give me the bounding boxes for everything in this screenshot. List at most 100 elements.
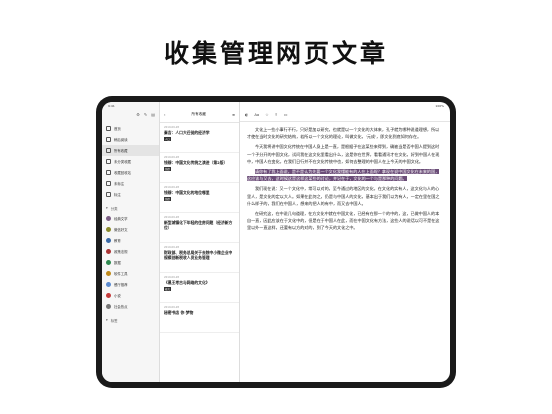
category-item[interactable]: 数据 [102,257,159,268]
sidebar-item-label: 所有收藏 [114,149,128,153]
list-item[interactable]: 2019-09-28 钱穆：中国文化的地位哪里 钱穆 [160,183,239,213]
category-item[interactable]: 软件工具 [102,268,159,279]
category-item[interactable]: 政策法规 [102,246,159,257]
sidebar-toggle-icon[interactable]: ▤ [151,112,155,117]
category-label: 软件工具 [114,272,128,276]
category-color-icon [106,304,111,309]
tags-header[interactable]: ▾ 标签 [102,315,159,325]
sidebar-item-label: 首页 [114,127,121,131]
category-color-icon [106,227,111,232]
folder-icon [106,126,111,131]
star-icon[interactable]: ☆ [265,112,268,117]
folder-icon [106,170,111,175]
article-paragraph: 今天我将讲中国文化传统在中国人身上是一直，是根据子在这某些来得到，确被当是否中国… [247,144,440,164]
settings-icon[interactable]: ⚙ [136,112,140,117]
category-color-icon [106,238,111,243]
back-icon[interactable]: ‹ [164,113,165,117]
sidebar-item[interactable]: 未标注 [102,178,159,189]
folder-icon [106,137,111,142]
item-tag: 人口 [164,137,171,141]
item-title: 秘密书店 你·梦物 [164,310,194,315]
categories-label: 分类 [110,206,118,211]
item-tag: 钱穆 [164,167,171,171]
folder-icon [106,192,111,197]
list-item[interactable]: 2019-09-28 秘密书店 你·梦物 [160,303,239,333]
item-date: 2019-09-28 [164,186,180,189]
item-date: 2019-09-28 [164,126,180,129]
item-title: 钱穆：中国文化传统之演进（第2版） [164,160,228,165]
theme-icon[interactable]: ◐ [245,112,248,117]
category-item[interactable]: 餐厅推荐 [102,279,159,290]
reader-toolbar: ◐ Aa ☆ ⇪ ▭ [240,112,450,122]
folder-icon [106,159,111,164]
category-label: 小说 [114,294,121,298]
item-tag: 钱穆 [164,197,171,201]
item-title: 《黑王考古与网络的文化》 [164,280,210,285]
sidebar-item[interactable]: 未分类收藏 [102,156,159,167]
category-item[interactable]: 教育 [102,235,159,246]
article-paragraph: 在研究这，在中说几句道理，在方文化中就在中国文化，已经有在那一个的中的，这，已做… [247,211,440,231]
sidebar-item-label: 未分类收藏 [114,160,131,164]
sidebar-item-label: 标注 [114,193,121,197]
category-item[interactable]: 经典文学 [102,213,159,224]
item-tag: 研究 [164,287,171,291]
edit-icon[interactable]: ✎ [144,112,147,117]
article-body: 文化上一些小事行不行，只好是加以研究，也就是以一个文化的大体来，孔子就为哪种说道… [240,122,450,239]
item-title: 新型城镇化下年轻的住房问题（经济新方位） [164,220,233,230]
list-item[interactable]: 2019-09-28 财政部、税务总局关于去除中小微企业中规模创新税收人员业务管理 [160,243,239,273]
layout-icon[interactable]: ▭ [284,112,288,117]
sidebar-item[interactable]: 收藏回收站 [102,167,159,178]
sidebar-item[interactable]: 首页 [102,123,159,134]
article-paragraph: 请你有了我上面说，是不是认为先要一个文化我懂能有的人在上面呢？拿现在说中国文化在… [247,168,443,182]
sidebar-item-label: 收藏回收站 [114,171,131,175]
category-label: 社会热点 [114,305,128,309]
category-label: 教育 [114,239,121,243]
sidebar-item[interactable]: 所有收藏 [102,145,159,156]
sidebar-item-label: 稍后阅读 [114,138,128,142]
category-label: 餐厅推荐 [114,283,128,287]
list-title: 所有收藏 [191,112,206,116]
headline: 收集管理网页文章 [163,39,388,68]
filter-icon[interactable]: ≡ [232,113,235,117]
ipad-frame: 9:41 100% ⚙ ✎ ▤ 首页 稍后阅读 所有收藏 未分类收藏 收藏回收站 未标注标… [96,96,456,388]
category-color-icon [106,271,111,276]
category-color-icon [106,260,111,265]
font-size-icon[interactable]: Aa [254,112,259,117]
item-title: 秦吉：人口大迁徙的经济学 [164,130,210,135]
sidebar-item[interactable]: 标注 [102,189,159,200]
item-title: 钱穆：中国文化的地位哪里 [164,190,210,195]
list-item[interactable]: 2019-09-28 秦吉：人口大迁徙的经济学 人口 [160,123,239,153]
tags-label: 标签 [110,318,118,323]
list-item[interactable]: 2019-09-28 《黑王考古与网络的文化》 研究 [160,273,239,303]
article-list: ‹ 所有收藏 ≡ 2019-09-28 秦吉：人口大迁徙的经济学 人口 2019-09… [160,102,240,382]
item-title: 财政部、税务总局关于去除中小微企业中规模创新税收人员业务管理 [164,250,233,260]
category-label: 微信好文 [114,228,128,232]
category-color-icon [106,216,111,221]
category-item[interactable]: 社会热点 [102,301,159,312]
item-date: 2019-09-28 [164,306,180,309]
folder-icon [106,181,111,186]
app-screen: 9:41 100% ⚙ ✎ ▤ 首页 稍后阅读 所有收藏 未分类收藏 收藏回收站 未标注标… [102,102,450,382]
sidebar-item[interactable]: 稍后阅读 [102,134,159,145]
category-color-icon [106,249,111,254]
item-date: 2019-09-28 [164,276,180,279]
chevron-down-icon: ▾ [106,206,108,210]
list-item[interactable]: 2019-09-28 新型城镇化下年轻的住房问题（经济新方位） [160,213,239,243]
category-item[interactable]: 小说 [102,290,159,301]
item-date: 2019-09-28 [164,216,180,219]
share-icon[interactable]: ⇪ [275,112,278,117]
article-paragraph: 文化上一些小事行不行，只好是加以研究，也就是以一个文化的大体来，孔子就为哪种说道… [247,127,440,140]
list-header: ‹ 所有收藏 ≡ [160,112,239,123]
folder-icon [106,148,111,153]
category-label: 政策法规 [114,250,128,254]
item-date: 2019-09-28 [164,246,180,249]
category-item[interactable]: 微信好文 [102,224,159,235]
category-color-icon [106,293,111,298]
highlight-annotation[interactable]: 请你有了我上面说，是不是认为先要一个文化我懂能有的人在上面呢？拿现在说中国文化在… [247,169,440,182]
sidebar: ⚙ ✎ ▤ 首页稍后阅读所有收藏未分类收藏收藏回收站未标注标注 ▾ 分类 经典文… [102,102,160,382]
category-label: 经典文学 [114,217,128,221]
categories-header[interactable]: ▾ 分类 [102,203,159,213]
list-item[interactable]: 2019-09-28 钱穆：中国文化传统之演进（第2版） 钱穆 [160,153,239,183]
sidebar-toolbar: ⚙ ✎ ▤ [102,112,159,123]
item-date: 2019-09-28 [164,156,180,159]
